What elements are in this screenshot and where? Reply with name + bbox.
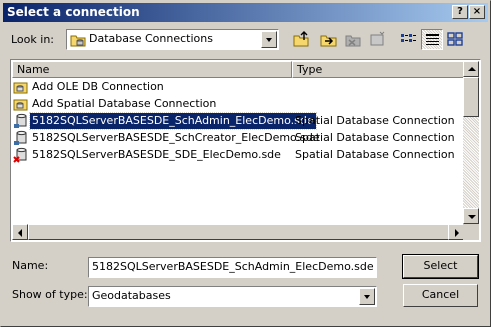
select-connection-dialog: Select a connection ? × Look in: Databas… (0, 0, 491, 327)
list-item[interactable]: Add Spatial Database Connection (13, 96, 463, 112)
connect-folder-icon (320, 35, 337, 47)
column-header-name[interactable]: Name (12, 61, 292, 78)
list-item[interactable]: Add OLE DB Connection (13, 79, 463, 95)
list-item-type: Spatial Database Connection (295, 148, 455, 161)
up-folder-icon (293, 31, 309, 47)
list-item-name: Add Spatial Database Connection (32, 97, 217, 110)
arrow-down-icon (468, 215, 476, 219)
arrow-left-icon (18, 229, 22, 237)
new-item-button[interactable] (366, 29, 388, 50)
scroll-right-button[interactable] (448, 224, 464, 240)
list-item-name: 5182SQLServerBASESDE_SDE_ElecDemo.sde (32, 148, 281, 161)
look-in-dropdown[interactable]: Database Connections (66, 29, 279, 50)
list-item-name: 5182SQLServerBASESDE_SchCreator_ElecDemo… (32, 131, 320, 144)
list-item-type: Spatial Database Connection (295, 131, 455, 144)
list-item-name: Add OLE DB Connection (32, 80, 164, 93)
show-of-type-value: Geodatabases (92, 289, 171, 302)
chevron-down-icon[interactable] (359, 288, 375, 305)
close-button[interactable]: × (469, 5, 485, 19)
scroll-down-button[interactable] (463, 208, 479, 224)
vertical-scrollbar[interactable] (463, 61, 479, 224)
sde-connection-icon (13, 130, 29, 146)
add-spatial-db-icon (13, 96, 29, 112)
list-view-icon (401, 34, 416, 42)
list-item-name: 5182SQLServerBASESDE_SchAdmin_ElecDemo.s… (29, 112, 317, 130)
connect-folder-button[interactable] (318, 29, 340, 50)
vertical-scroll-thumb[interactable] (463, 77, 479, 117)
scrollbar-corner (463, 224, 479, 240)
name-field[interactable]: 5182SQLServerBASESDE_SchAdmin_ElecDemo.s… (88, 257, 377, 278)
sde-connection-error-icon (13, 147, 29, 163)
list-item[interactable]: 5182SQLServerBASESDE_SDE_ElecDemo.sde Sp… (13, 147, 463, 163)
scroll-up-button[interactable] (463, 61, 479, 77)
help-button[interactable]: ? (452, 5, 468, 19)
arrow-up-icon (468, 67, 476, 71)
disconnect-icon (345, 35, 361, 47)
window-title: Select a connection (7, 5, 140, 19)
horizontal-scrollbar[interactable] (12, 224, 464, 240)
show-of-type-label: Show of type: (12, 288, 88, 301)
add-ole-db-icon (13, 79, 29, 95)
look-in-value: Database Connections (89, 32, 213, 45)
show-of-type-dropdown[interactable]: Geodatabases (88, 286, 377, 307)
name-label: Name: (12, 259, 49, 272)
scroll-left-button[interactable] (12, 224, 28, 240)
list-view-button[interactable] (398, 29, 420, 50)
look-in-label: Look in: (11, 33, 54, 46)
details-view-button[interactable] (421, 29, 443, 50)
connection-list[interactable]: Name Type Add OLE DB Connection Add Spat… (10, 59, 481, 242)
chevron-down-icon[interactable] (261, 31, 277, 48)
database-connections-icon (70, 32, 86, 51)
up-one-level-button[interactable] (290, 29, 312, 50)
list-item-type: Spatial Database Connection (295, 114, 455, 127)
thumbnail-view-button[interactable] (444, 29, 466, 50)
new-item-icon (370, 31, 385, 46)
list-item[interactable]: 5182SQLServerBASESDE_SchAdmin_ElecDemo.s… (13, 112, 463, 130)
select-button[interactable]: Select (402, 254, 479, 279)
horizontal-scroll-thumb[interactable] (28, 224, 450, 240)
details-view-icon (426, 34, 439, 45)
name-field-value: 5182SQLServerBASESDE_SchAdmin_ElecDemo.s… (92, 260, 374, 273)
disconnect-button[interactable] (342, 29, 364, 50)
arrow-right-icon (455, 229, 459, 237)
cancel-button[interactable]: Cancel (403, 284, 478, 307)
title-bar[interactable]: Select a connection ? × (3, 3, 488, 22)
column-header-type[interactable]: Type (292, 61, 464, 78)
sde-connection-icon (13, 113, 29, 129)
thumbnail-view-icon (447, 32, 463, 46)
list-item[interactable]: 5182SQLServerBASESDE_SchCreator_ElecDemo… (13, 130, 463, 146)
